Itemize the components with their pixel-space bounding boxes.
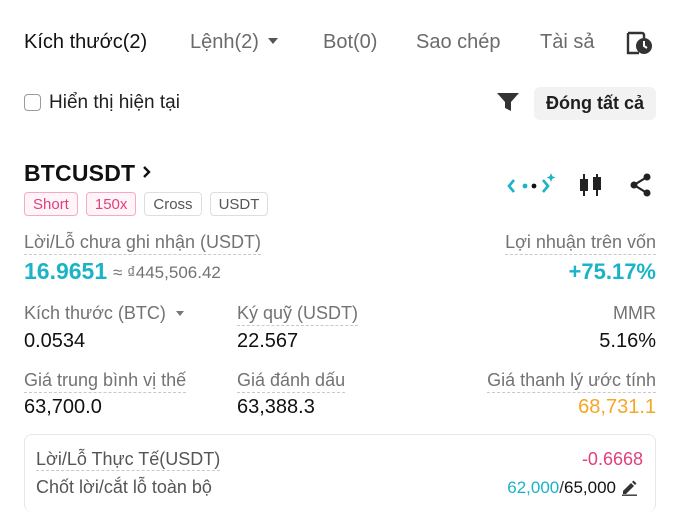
filter-icon[interactable]	[496, 91, 520, 113]
realized-pnl-label: Lời/Lỗ Thực Tế(USDT)	[36, 449, 221, 471]
unrealized-pnl-value: 16.9651	[24, 258, 108, 284]
trading-bot-icon[interactable]	[506, 171, 556, 199]
tab-orders[interactable]: Lệnh(2)	[190, 31, 278, 54]
roe-value: +75.17%	[568, 259, 656, 284]
liq-price-label: Giá thanh lý ước tính	[487, 370, 656, 393]
roe-label: Lợi nhuận trên vốn	[505, 232, 656, 255]
margin-label: Ký quỹ (USDT)	[237, 303, 359, 326]
margin-value: 22.567	[237, 330, 299, 352]
entry-price-value: 63,700.0	[24, 396, 102, 418]
size-value: 0.0534	[24, 330, 86, 352]
leverage-badge: 150x	[85, 192, 137, 216]
position-tabs: Kích thước(2) Lệnh(2) Bot(0) Sao chép Tà…	[0, 0, 680, 86]
liq-price-value: 68,731.1	[578, 396, 656, 418]
take-profit-value: 62,000	[507, 478, 560, 497]
entry-price-label: Giá trung bình vị thế	[24, 370, 187, 393]
tpsl-values[interactable]: 62,000/65,000	[507, 478, 616, 498]
unrealized-pnl-converted: ≈ ₫445,506.42	[113, 263, 221, 282]
position-symbol[interactable]: BTCUSDT	[24, 160, 135, 187]
tab-positions[interactable]: Kích thước(2)	[24, 31, 147, 54]
size-label[interactable]: Kích thước (BTC)	[24, 303, 184, 325]
margin-mode-badge: Cross	[144, 192, 202, 216]
caret-down-icon	[175, 311, 184, 316]
tab-bots[interactable]: Bot(0)	[323, 31, 377, 54]
settle-currency-badge: USDT	[209, 192, 269, 216]
realized-pnl-value: -0.6668	[581, 449, 643, 469]
tab-copy[interactable]: Sao chép	[416, 31, 501, 54]
mark-price-value: 63,388.3	[237, 396, 315, 418]
chevron-down-icon	[267, 38, 278, 44]
size-label-text: Kích thước (BTC)	[24, 303, 166, 323]
tpsl-label: Chốt lời/cắt lỗ toàn bộ	[36, 477, 212, 497]
share-icon[interactable]	[628, 171, 654, 199]
show-current-checkbox[interactable]	[24, 94, 41, 111]
tab-orders-label: Lệnh(2)	[190, 31, 259, 53]
candlestick-chart-icon[interactable]	[578, 171, 604, 199]
close-all-button[interactable]: Đóng tất cả	[534, 87, 656, 120]
show-current-label[interactable]: Hiển thị hiện tại	[49, 92, 180, 114]
position-tags: Short 150x Cross USDT	[24, 192, 269, 216]
stop-loss-value: 65,000	[564, 478, 616, 497]
history-clock-icon[interactable]	[624, 28, 656, 58]
unrealized-pnl-label: Lời/Lỗ chưa ghi nhận (USDT)	[24, 232, 261, 255]
mark-price-label: Giá đánh dấu	[237, 370, 346, 393]
chevron-right-icon[interactable]	[142, 164, 152, 180]
edit-icon[interactable]	[620, 478, 638, 496]
mmr-label: MMR	[613, 303, 656, 323]
side-badge: Short	[24, 192, 78, 216]
mmr-value: 5.16%	[599, 330, 656, 352]
tab-assets[interactable]: Tài sả	[540, 31, 594, 54]
realized-pnl-card	[24, 434, 656, 512]
